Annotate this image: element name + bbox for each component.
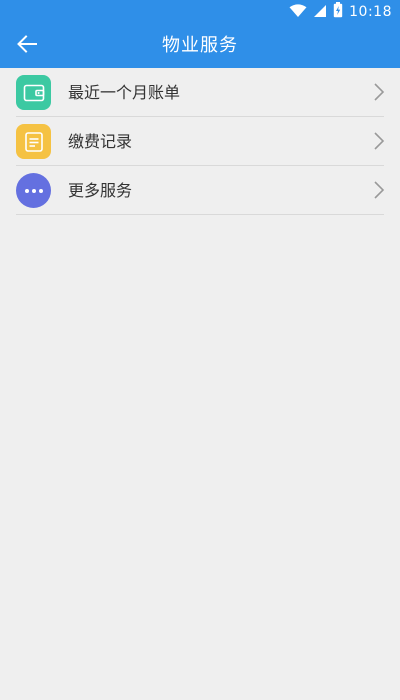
menu-item-label: 缴费记录 bbox=[68, 132, 133, 151]
page-title: 物业服务 bbox=[162, 35, 238, 56]
chevron-right-icon bbox=[372, 180, 386, 200]
menu-item-label: 最近一个月账单 bbox=[68, 83, 181, 102]
chevron-right-icon bbox=[372, 131, 386, 151]
menu-item-label: 更多服务 bbox=[68, 181, 133, 200]
wallet-icon bbox=[16, 75, 51, 110]
status-time: 10:18 bbox=[349, 4, 392, 20]
cell-signal-icon bbox=[313, 3, 327, 22]
menu-item-payment-records[interactable]: 缴费记录 bbox=[0, 117, 400, 166]
menu-item-monthly-bill[interactable]: 最近一个月账单 bbox=[0, 68, 400, 117]
battery-icon bbox=[333, 2, 343, 22]
document-icon bbox=[16, 124, 51, 159]
divider bbox=[16, 214, 384, 215]
service-menu-list: 最近一个月账单 缴费记录 更多服务 bbox=[0, 68, 400, 215]
wifi-icon bbox=[289, 3, 307, 22]
toolbar: 物业服务 bbox=[0, 24, 400, 68]
status-bar: 10:18 bbox=[0, 0, 400, 24]
more-dots-icon bbox=[16, 173, 51, 208]
arrow-left-icon bbox=[17, 35, 37, 57]
menu-item-more-services[interactable]: 更多服务 bbox=[0, 166, 400, 215]
back-button[interactable] bbox=[10, 30, 44, 62]
status-icons: 10:18 bbox=[289, 2, 392, 22]
chevron-right-icon bbox=[372, 82, 386, 102]
